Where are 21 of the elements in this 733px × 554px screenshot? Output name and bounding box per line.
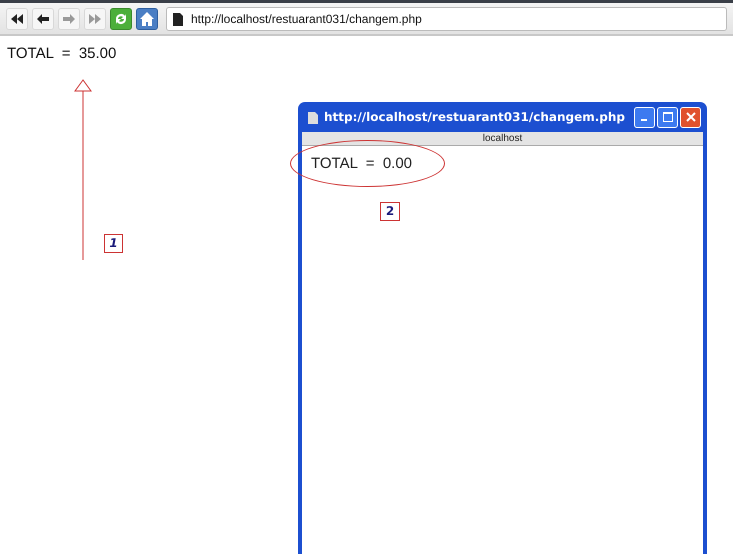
- document-icon: [308, 110, 318, 124]
- document-icon: [173, 12, 183, 26]
- host-bar: localhost: [302, 132, 703, 146]
- forward-icon[interactable]: [62, 12, 76, 24]
- annotation-label: 2: [380, 202, 400, 221]
- rewind-button[interactable]: [6, 8, 28, 30]
- total-text: TOTAL = 35.00: [7, 45, 118, 62]
- close-icon[interactable]: [686, 112, 696, 122]
- address-bar[interactable]: http://localhost/restuarant031/changem.php: [166, 6, 727, 30]
- window-title: http://localhost/restuarant031/changem.php: [324, 110, 626, 124]
- total-text: TOTAL = 0.00: [311, 155, 414, 172]
- maximize-button[interactable]: [657, 106, 678, 128]
- double-left-arrow-icon[interactable]: [10, 12, 24, 24]
- minimize-button[interactable]: [634, 106, 655, 128]
- maximize-icon[interactable]: [662, 112, 672, 122]
- double-right-arrow-icon[interactable]: [88, 12, 102, 24]
- back-icon[interactable]: [36, 12, 50, 24]
- close-button[interactable]: [680, 106, 701, 128]
- annotation-label: 1: [104, 234, 123, 253]
- fast-forward-button[interactable]: [84, 8, 106, 30]
- back-button[interactable]: [32, 8, 54, 30]
